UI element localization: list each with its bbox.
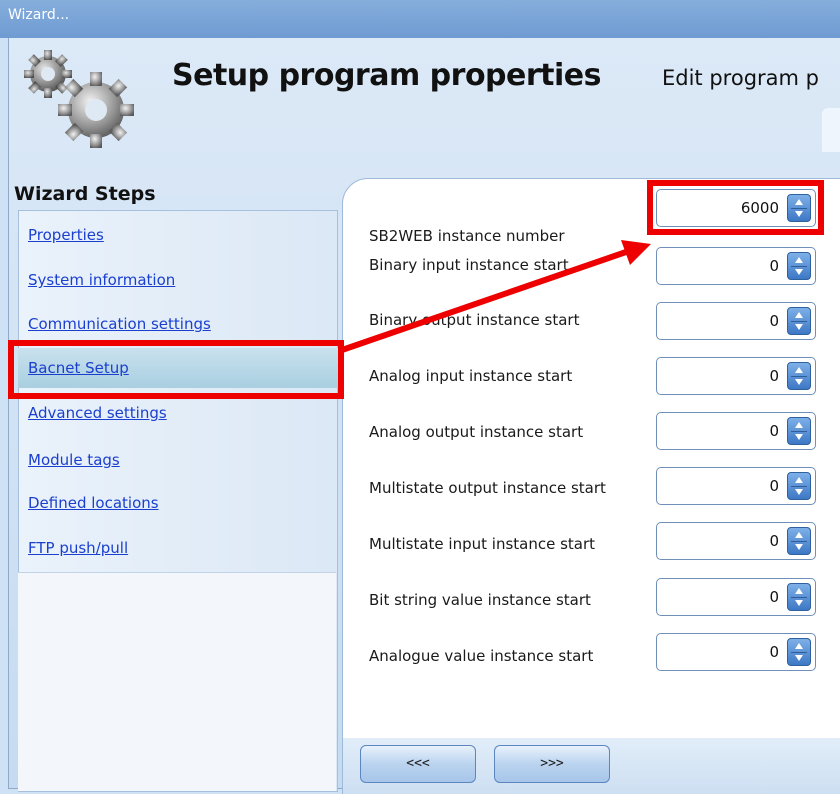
page-title: Setup program properties [172,58,602,93]
next-button[interactable]: >>> [494,745,610,783]
sidebar-item-advanced-settings[interactable]: Advanced settings [28,404,167,422]
multistate-output-instance-start-stepper[interactable]: 0 [656,467,816,505]
label-analog-input-instance-start: Analog input instance start [369,367,573,385]
sidebar-item-module-tags[interactable]: Module tags [28,451,120,469]
spin-buttons-icon[interactable] [787,362,811,390]
stepper-value[interactable]: 0 [769,477,779,495]
window-title: Wizard... [8,7,70,23]
label-binary-output-instance-start: Binary output instance start [369,311,580,329]
sidebar-item-properties[interactable]: Properties [28,226,104,244]
multistate-input-instance-start-stepper[interactable]: 0 [656,522,816,560]
page-subtitle: Edit program p [662,66,819,90]
sidebar-item-defined-locations[interactable]: Defined locations [28,494,159,512]
wizard-window: Wizard... Setup program properties Edit … [0,0,840,794]
binary-output-instance-start-stepper[interactable]: 0 [656,302,816,340]
label-multistate-input-instance-start: Multistate input instance start [369,535,596,553]
label-binary-input-instance-start: Binary input instance start [369,256,569,274]
stepper-value[interactable]: 0 [769,532,779,550]
sidebar-item-ftp-push-pull[interactable]: FTP push/pull [28,539,128,557]
highlight-box-bacnet-setup [8,340,344,399]
sidebar-item-system-information[interactable]: System information [28,271,175,289]
stepper-value[interactable]: 0 [769,422,779,440]
stepper-value[interactable]: 0 [769,643,779,661]
sidebar-title: Wizard Steps [14,183,156,205]
spin-buttons-icon[interactable] [787,527,811,555]
sidebar-item-communication-settings[interactable]: Communication settings [28,315,211,333]
back-button[interactable]: <<< [360,745,476,783]
spin-buttons-icon[interactable] [787,583,811,611]
label-analogue-value-instance-start: Analogue value instance start [369,647,594,665]
analog-input-instance-start-stepper[interactable]: 0 [656,357,816,395]
label-analog-output-instance-start: Analog output instance start [369,423,584,441]
stepper-value[interactable]: 0 [769,257,779,275]
spin-buttons-icon[interactable] [787,472,811,500]
label-bit-string-value-instance-start: Bit string value instance start [369,591,591,609]
analog-output-instance-start-stepper[interactable]: 0 [656,412,816,450]
label-multistate-output-instance-start: Multistate output instance start [369,479,606,497]
header-decoration [822,108,840,152]
label-sb2web-instance-number: SB2WEB instance number [369,227,565,245]
spin-buttons-icon[interactable] [787,638,811,666]
highlight-box-instance-number [647,180,824,235]
gears-icon [24,50,134,148]
binary-input-instance-start-stepper[interactable]: 0 [656,247,816,285]
stepper-value[interactable]: 0 [769,588,779,606]
spin-buttons-icon[interactable] [787,252,811,280]
sidebar-empty-area [18,572,336,791]
spin-buttons-icon[interactable] [787,417,811,445]
analogue-value-instance-start-stepper[interactable]: 0 [656,633,816,671]
spin-buttons-icon[interactable] [787,307,811,335]
stepper-value[interactable]: 0 [769,312,779,330]
title-bar[interactable]: Wizard... [0,0,840,38]
bit-string-value-instance-start-stepper[interactable]: 0 [656,578,816,616]
stepper-value[interactable]: 0 [769,367,779,385]
